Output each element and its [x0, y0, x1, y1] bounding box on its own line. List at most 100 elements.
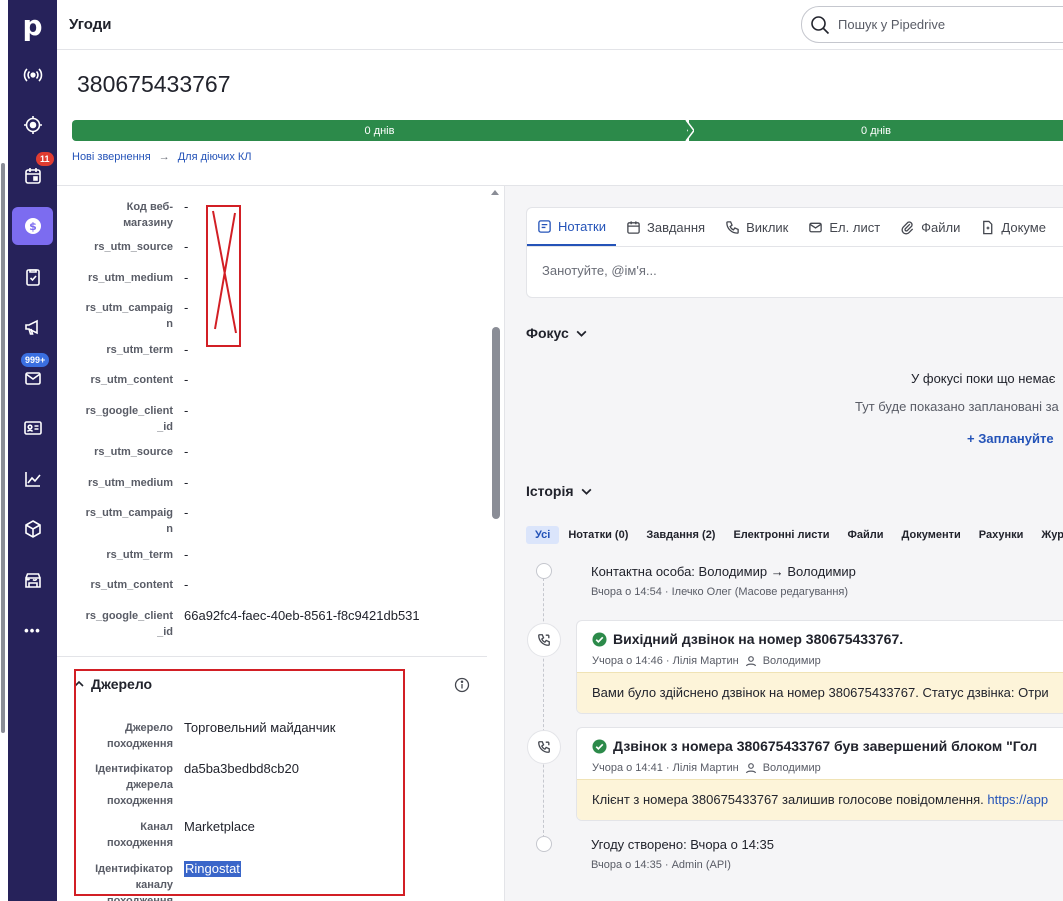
tab-label: Завдання	[647, 219, 706, 235]
call-card[interactable]: Вихідний дзвінок на номер 380675433767. …	[576, 620, 1063, 714]
field-value[interactable]: -	[184, 577, 188, 593]
history-change-text: Контактна особа: Володимир → Володимир	[591, 564, 856, 579]
calendar-icon	[627, 220, 640, 234]
person-icon	[745, 656, 756, 667]
tab-notes[interactable]: Нотатки	[527, 208, 616, 246]
phone-call-icon	[538, 634, 550, 646]
call-contact[interactable]: Володимир	[763, 762, 821, 774]
filter-notes[interactable]: Нотатки (0)	[559, 526, 637, 544]
field-label: rs_utm_campaign	[85, 302, 173, 330]
field-label: rs_utm_term	[106, 344, 173, 356]
tab-files[interactable]: Файли	[890, 208, 970, 246]
tab-label: Докуме	[1001, 219, 1046, 235]
field-value[interactable]: -	[184, 547, 188, 563]
sidebar-item-campaigns[interactable]	[12, 308, 53, 346]
calendar-icon	[24, 168, 41, 184]
field-value[interactable]: -	[184, 270, 188, 286]
filter-tasks[interactable]: Завдання (2)	[637, 526, 724, 544]
history-created-meta: Вчора о 14:35 · Admin (API)	[591, 859, 731, 871]
tab-label: Файли	[921, 219, 961, 235]
info-icon[interactable]	[454, 677, 470, 693]
megaphone-icon	[24, 319, 38, 335]
focus-toggle[interactable]: Фокус	[526, 325, 588, 341]
pipeline-stage[interactable]: 0 днів	[72, 120, 687, 141]
filter-emails[interactable]: Електронні листи	[724, 526, 838, 544]
more-icon: •••	[24, 622, 41, 638]
sidebar-item-contacts[interactable]	[12, 409, 53, 447]
tab-documents[interactable]: Докуме	[970, 208, 1056, 246]
clipboard-icon	[25, 269, 40, 286]
breadcrumb-pipeline[interactable]: Нові звернення	[72, 151, 151, 163]
sidebar-item-deals[interactable]: $	[12, 207, 53, 245]
field-label: rs_utm_content	[90, 374, 173, 386]
sidebar-item-products[interactable]	[12, 510, 53, 548]
box-icon	[24, 520, 41, 538]
paperclip-icon	[901, 220, 914, 234]
stage-duration: 0 днів	[861, 124, 891, 137]
field-label: rs_utm_source	[94, 241, 173, 253]
sidebar: p 11 $ 999+ •••	[8, 0, 57, 901]
sidebar-item-insights[interactable]	[12, 460, 53, 498]
call-title: Дзвінок з номера 380675433767 був заверш…	[613, 738, 1038, 754]
history-filters: Усі Нотатки (0) Завдання (2) Електронні …	[526, 526, 1063, 544]
scroll-thumb[interactable]	[492, 327, 500, 519]
dollar-icon: $	[24, 218, 41, 234]
tab-label: Нотатки	[558, 218, 606, 234]
filter-invoices[interactable]: Рахунки	[970, 526, 1033, 544]
schedule-activity-link[interactable]: + Заплануйте	[967, 431, 1054, 446]
field-value[interactable]: -	[184, 372, 188, 388]
field-value[interactable]: -	[184, 403, 188, 419]
filter-all[interactable]: Усі	[526, 526, 560, 544]
pipedrive-logo[interactable]: p	[8, 0, 57, 50]
field-value[interactable]: -	[184, 199, 188, 215]
filter-log[interactable]: Жур	[1032, 526, 1063, 544]
phone-call-icon	[538, 741, 550, 753]
details-scrollbar[interactable]	[487, 186, 504, 901]
field-value[interactable]: -	[184, 505, 188, 521]
search-input[interactable]	[838, 17, 1058, 32]
call-title-row: Вихідний дзвінок на номер 380675433767.	[592, 631, 903, 647]
call-card[interactable]: Дзвінок з номера 380675433767 був заверш…	[576, 727, 1063, 821]
note-input[interactable]: Занотуйте, @ім'я...	[542, 263, 657, 278]
deal-title[interactable]: 380675433767	[77, 71, 231, 98]
field-value[interactable]: -	[184, 444, 188, 460]
field-value[interactable]: -	[184, 239, 188, 255]
sidebar-item-more[interactable]: •••	[12, 611, 53, 649]
field-value[interactable]: 66a92fc4-faec-40eb-8561-f8c9421db531	[184, 608, 420, 624]
field-label: rs_google_client_id	[85, 610, 173, 638]
check-circle-icon	[592, 738, 607, 754]
sidebar-item-projects[interactable]	[12, 258, 53, 296]
tabs-divider	[527, 246, 1063, 247]
field-label: rs_utm_campaign	[85, 507, 173, 535]
composer-tabs: Нотатки Завдання Виклик Ел. лист Файли Д…	[527, 208, 1056, 246]
check-circle-icon	[592, 631, 607, 647]
field-value[interactable]: -	[184, 475, 188, 491]
field-value[interactable]: -	[184, 300, 188, 316]
history-created-text: Угоду створено: Вчора о 14:35	[591, 837, 774, 852]
breadcrumb-stage[interactable]: Для діючих КЛ	[178, 151, 252, 163]
call-contact[interactable]: Володимир	[763, 655, 821, 667]
call-title-row: Дзвінок з номера 380675433767 був заверш…	[592, 738, 1037, 754]
global-search[interactable]	[801, 6, 1063, 43]
pipeline-stage[interactable]: 0 днів	[689, 120, 1063, 141]
top-header: Угоди	[57, 0, 1063, 50]
sidebar-item-target[interactable]	[12, 106, 53, 144]
window-edge-scrollbar[interactable]	[1, 163, 5, 733]
breadcrumb: Нові звернення → Для діючих КЛ	[72, 151, 252, 163]
call-marker	[527, 730, 561, 764]
pipeline-stages: 0 днів 0 днів	[72, 120, 1063, 141]
tab-email[interactable]: Ел. лист	[798, 208, 890, 246]
scroll-up-arrow-icon[interactable]	[491, 190, 499, 195]
field-value[interactable]: -	[184, 342, 188, 358]
sidebar-item-leads[interactable]	[12, 56, 53, 94]
field-label: rs_utm_medium	[88, 272, 173, 284]
filter-files[interactable]: Файли	[839, 526, 893, 544]
tab-label: Виклик	[746, 219, 789, 235]
tab-tasks[interactable]: Завдання	[616, 208, 715, 246]
call-note-link[interactable]: https://app	[987, 792, 1048, 807]
sidebar-item-marketplace[interactable]	[12, 561, 53, 599]
filter-documents[interactable]: Документи	[893, 526, 970, 544]
history-toggle[interactable]: Історія	[526, 483, 593, 499]
timeline-line	[543, 578, 544, 838]
tab-call[interactable]: Виклик	[715, 208, 798, 246]
